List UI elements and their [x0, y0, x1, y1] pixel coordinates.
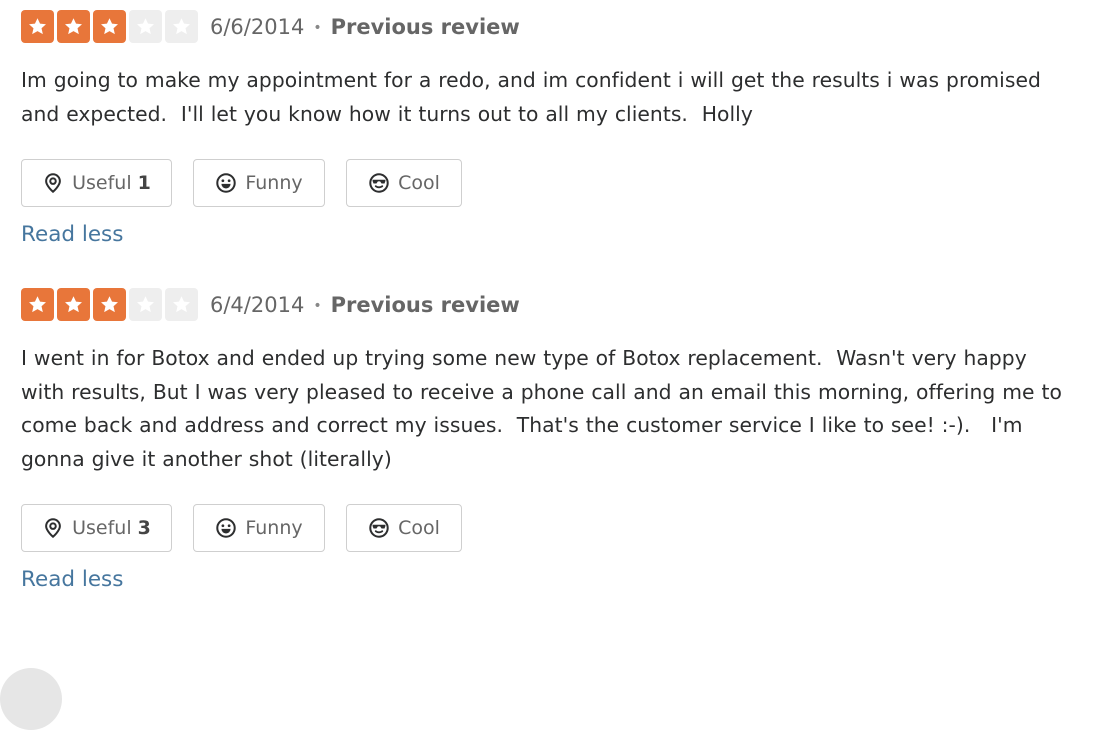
previous-review-label: Previous review — [330, 292, 520, 317]
review-date: 6/4/2014 — [210, 292, 305, 317]
read-less-link[interactable]: Read less — [21, 567, 123, 592]
review-text: Im going to make my appointment for a re… — [21, 68, 1041, 126]
funny-button[interactable]: Funny — [193, 504, 325, 552]
useful-button[interactable]: Useful 1 — [21, 159, 172, 207]
star-icon — [57, 10, 90, 43]
star-icon — [21, 10, 54, 43]
star-icon — [129, 10, 162, 43]
useful-icon — [42, 172, 64, 194]
star-icon — [21, 288, 54, 321]
previous-review: 6/4/2014 • Previous review I went in for… — [21, 288, 1113, 592]
star-rating — [21, 10, 198, 43]
funny-icon — [215, 172, 237, 194]
review-header: 6/6/2014 • Previous review — [21, 10, 1113, 43]
review-header: 6/4/2014 • Previous review — [21, 288, 1113, 321]
cool-icon — [368, 517, 390, 539]
avatar[interactable] — [0, 668, 62, 730]
separator-dot: • — [313, 297, 322, 314]
useful-label: Useful — [72, 517, 132, 539]
cool-button[interactable]: Cool — [346, 504, 462, 552]
star-icon — [129, 288, 162, 321]
useful-count: 1 — [137, 172, 151, 194]
useful-button[interactable]: Useful 3 — [21, 504, 172, 552]
star-rating — [21, 288, 198, 321]
useful-count: 3 — [137, 517, 151, 539]
separator-dot: • — [313, 19, 322, 36]
review-actions: Useful 3 Funny Cool — [21, 504, 1113, 552]
star-icon — [93, 10, 126, 43]
cool-button[interactable]: Cool — [346, 159, 462, 207]
funny-icon — [215, 517, 237, 539]
review-date: 6/6/2014 — [210, 14, 305, 39]
star-icon — [165, 288, 198, 321]
useful-icon — [42, 517, 64, 539]
funny-button[interactable]: Funny — [193, 159, 325, 207]
read-less-link[interactable]: Read less — [21, 222, 123, 247]
next-review-preview — [0, 664, 1118, 730]
star-icon — [165, 10, 198, 43]
previous-review: 6/6/2014 • Previous review Im going to m… — [21, 10, 1113, 247]
previous-review-label: Previous review — [330, 14, 520, 39]
review-text: I went in for Botox and ended up trying … — [21, 346, 1062, 471]
cool-icon — [368, 172, 390, 194]
useful-label: Useful — [72, 172, 132, 194]
cool-label: Cool — [398, 172, 440, 194]
star-icon — [93, 288, 126, 321]
funny-label: Funny — [245, 172, 303, 194]
star-icon — [57, 288, 90, 321]
funny-label: Funny — [245, 517, 303, 539]
cool-label: Cool — [398, 517, 440, 539]
review-actions: Useful 1 Funny Cool — [21, 159, 1113, 207]
